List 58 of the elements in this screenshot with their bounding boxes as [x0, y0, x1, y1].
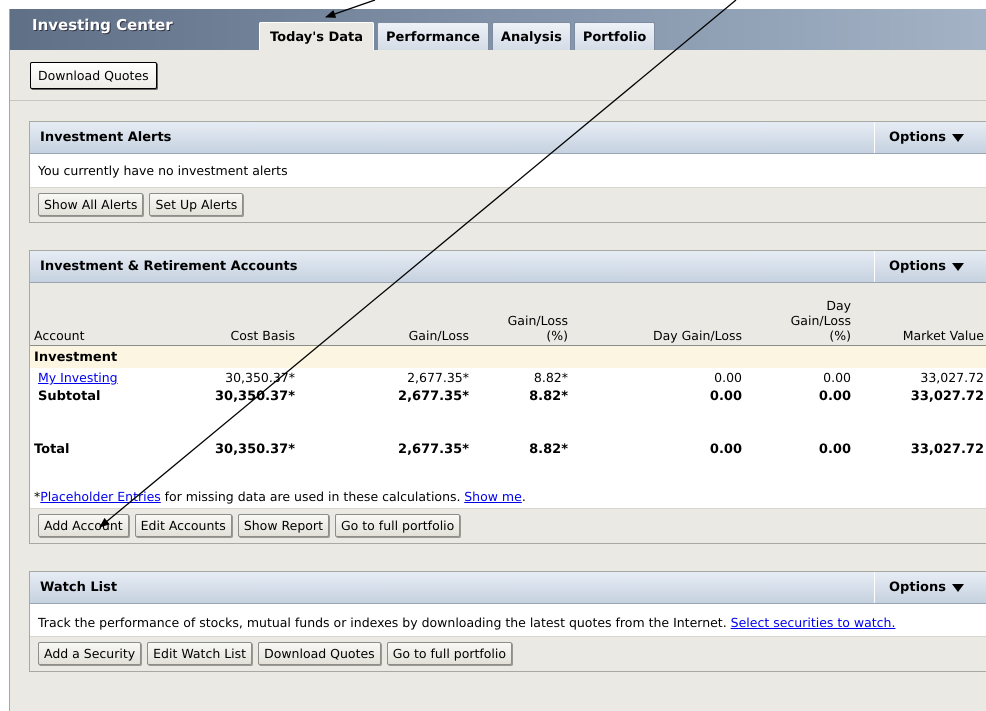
table-cell: 33,027.72	[910, 442, 984, 457]
account-button[interactable]: Show Report	[238, 514, 329, 537]
watch-list-button[interactable]: Download Quotes	[258, 642, 381, 665]
page-title: Investing Center	[31, 16, 174, 36]
watch-list-button[interactable]: Go to full portfolio	[386, 642, 512, 665]
asterisk: *	[34, 489, 40, 504]
panel-title: Investment & Retirement Accounts	[39, 259, 299, 274]
alert-button[interactable]: Show All Alerts	[38, 193, 144, 216]
column-header: Cost Basis	[230, 328, 295, 343]
tab[interactable]: Analysis	[492, 22, 571, 50]
table-cell: 2,677.35*	[407, 370, 469, 385]
table-cell: 0.00	[714, 370, 742, 385]
table-cell: 0.00	[823, 370, 851, 385]
column-header: Day Gain/Loss	[652, 328, 742, 343]
table-cell: Total	[34, 442, 70, 457]
group-label: Investment	[34, 350, 118, 364]
table-cell: 8.82*	[529, 389, 568, 404]
table-cell: 0.00	[710, 442, 742, 457]
caret-icon	[952, 262, 964, 270]
table-cell: 8.82*	[529, 442, 568, 457]
download-quotes-button[interactable]: Download Quotes	[30, 62, 157, 88]
show-me-link[interactable]: Show me	[464, 489, 522, 504]
alerts-message: You currently have no investment alerts	[37, 162, 289, 180]
watch-list-button[interactable]: Edit Watch List	[147, 642, 252, 665]
tab[interactable]: Today's Data	[259, 22, 374, 50]
column-header: Day Gain/Loss (%)	[790, 298, 851, 343]
tab[interactable]: Portfolio	[574, 22, 656, 50]
table-cell: 33,027.72	[910, 389, 984, 404]
column-header: Gain/Loss	[408, 328, 469, 343]
table-cell: 2,677.35*	[398, 442, 469, 457]
table-cell: 0.00	[818, 442, 851, 457]
column-header: Account	[34, 328, 84, 343]
options-button[interactable]: Options	[874, 251, 986, 282]
panel-title: Investment Alerts	[39, 130, 172, 145]
watch-list-message: Track the performance of stocks, mutual funds or indexes by downloading the latest quotes from the Internet. Select securities to watch.	[37, 614, 896, 632]
tab[interactable]: Performance	[377, 22, 489, 50]
column-header: Gain/Loss (%)	[506, 313, 568, 343]
table-cell: 0.00	[710, 389, 742, 404]
table-cell: 8.82*	[534, 370, 568, 385]
table-cell: 33,027.72	[920, 370, 984, 385]
options-button[interactable]: Options	[874, 122, 986, 153]
period: .	[522, 489, 526, 504]
table-cell: 2,677.35*	[398, 389, 469, 404]
watch-list-button[interactable]: Add a Security	[38, 642, 142, 665]
note-text: for missing data are used in these calculations.	[164, 489, 460, 504]
table-cell: 30,350.37*	[215, 442, 295, 457]
caret-icon	[952, 134, 964, 142]
options-button[interactable]: Options	[874, 572, 986, 603]
alert-button[interactable]: Set Up Alerts	[149, 193, 244, 216]
table-cell: Subtotal	[38, 389, 101, 404]
account-link[interactable]: My Investing	[38, 370, 118, 385]
table-cell: 0.00	[818, 389, 851, 404]
account-button[interactable]: Edit Accounts	[134, 514, 232, 537]
column-header: Market Value	[902, 328, 984, 343]
caret-icon	[952, 584, 964, 592]
panel-title: Watch List	[39, 580, 118, 595]
account-button[interactable]: Go to full portfolio	[334, 514, 460, 537]
select-securities-link[interactable]: Select securities to watch.	[730, 615, 896, 630]
